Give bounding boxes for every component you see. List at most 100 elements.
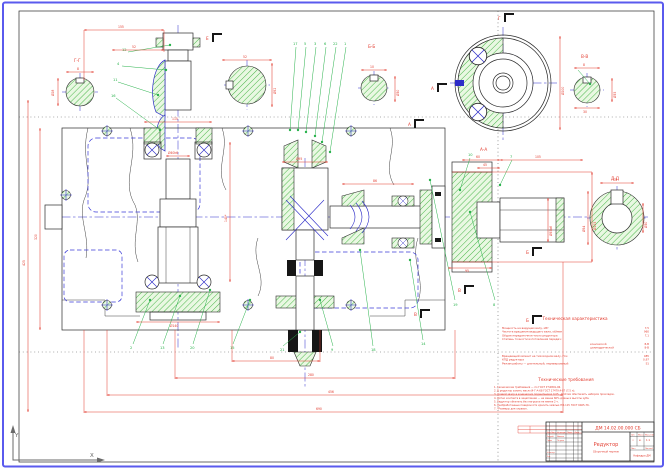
tb-org: Кафедра ДМ bbox=[633, 454, 650, 458]
mark-letter-a2: А bbox=[408, 122, 411, 127]
balloon-5: 5 bbox=[304, 42, 306, 46]
tb-name-1: Иванов bbox=[557, 436, 564, 438]
dim-86: 86 bbox=[373, 179, 377, 183]
section-label-gg: Г-Г bbox=[74, 58, 81, 63]
dim-d28: Ø28 bbox=[50, 90, 55, 96]
section-label-aa: А-А bbox=[480, 147, 487, 152]
tb-sheets-value: 1 bbox=[652, 448, 653, 450]
tb-head-list: Лист bbox=[551, 432, 556, 434]
tb-mass-label: Масса bbox=[638, 435, 644, 437]
tech-req-line: 1. Технические требования — по ГОСТ Р 50… bbox=[494, 385, 561, 389]
dim-140: 140* bbox=[224, 214, 228, 222]
drawing-sheet: Y X bbox=[0, 0, 666, 470]
tb-sheet-label: Лист bbox=[631, 448, 636, 450]
tb-head-podp: Подп. bbox=[567, 432, 573, 434]
tb-lit-label: Лит. bbox=[631, 435, 636, 437]
dim-60: 60 bbox=[476, 155, 480, 159]
dim-d54: Ø54 bbox=[581, 226, 586, 232]
dim-80: 80 bbox=[270, 356, 274, 360]
balloon-8: 8 bbox=[493, 303, 496, 307]
title-block: Разраб. Иванов Пров. Петров Н.контр. Утв… bbox=[518, 422, 654, 461]
balloon-19: 19 bbox=[453, 303, 458, 307]
dim-d55k6: Ø55k6 bbox=[548, 226, 553, 236]
technical-requirements: Технические требования 1. Технические тр… bbox=[494, 377, 615, 411]
balloon-1: 1 bbox=[344, 42, 346, 46]
tb-role-prov: Пров. bbox=[547, 440, 553, 442]
spec-row-label: Степень точности изготовления передач: bbox=[502, 337, 562, 341]
spec-row-mid: цилиндрической bbox=[590, 346, 614, 350]
balloon-16: 16 bbox=[111, 94, 116, 98]
spec-row-value: 7,1 bbox=[645, 333, 650, 337]
dim-d95: Ø95 bbox=[296, 156, 302, 161]
dim-30: 30 bbox=[583, 110, 587, 114]
dim-d125: Ø125 bbox=[592, 222, 597, 230]
tb-sheets-label: Листов bbox=[645, 448, 652, 450]
cad-drawing-canvas[interactable]: Y X bbox=[0, 0, 666, 470]
y-axis-label: Y bbox=[14, 433, 19, 439]
dim-52b: 52 bbox=[243, 55, 247, 59]
dim-d40k6: Ø40k6 bbox=[168, 150, 178, 155]
tb-role-razrab: Разраб. bbox=[547, 435, 554, 438]
balloon-13: 13 bbox=[160, 346, 165, 350]
ucs-axis-icon: Y X bbox=[11, 425, 106, 463]
mark-letter-g: Г bbox=[498, 16, 501, 21]
balloon-3: 3 bbox=[314, 42, 316, 46]
balloon-4: 4 bbox=[117, 62, 120, 66]
balloon-9: 9 bbox=[331, 348, 334, 352]
tb-role-utv: Утв. bbox=[547, 456, 551, 458]
dim-8b: 8 bbox=[583, 63, 585, 67]
tb-head-ndoc: № докум. bbox=[557, 431, 566, 434]
tb-part-name: Редуктор bbox=[594, 442, 619, 448]
mark-letter-b1: Б bbox=[526, 250, 529, 255]
dim-45: 45 bbox=[483, 163, 487, 167]
bevel-gear-shaft-assembly bbox=[276, 140, 334, 366]
section-label-bb: Б-Б bbox=[368, 44, 375, 49]
dim-425: 425 bbox=[22, 260, 26, 266]
dim-d30: Ø30 bbox=[395, 90, 400, 96]
dim-d200: Ø200 bbox=[560, 87, 565, 95]
dim-52a: 52 bbox=[132, 45, 136, 49]
balloon-14: 14 bbox=[421, 342, 426, 346]
spec-row-value: 8-В bbox=[644, 346, 649, 350]
tech-req-line: 2. В редуктор залить масло И-Г-А-68 ГОСТ… bbox=[494, 389, 575, 393]
section-view-gg-circle: Г-Г bbox=[66, 58, 94, 106]
spec-row-value: S1 bbox=[646, 361, 650, 365]
mark-letter-e: Е bbox=[206, 36, 209, 41]
tb-scale-label: Масштаб bbox=[645, 434, 654, 437]
dim-115: 115 bbox=[172, 117, 178, 121]
balloon-20: 20 bbox=[190, 346, 195, 350]
dim-95: 95 bbox=[465, 269, 469, 273]
dim-14: 14 bbox=[613, 178, 617, 182]
dim-105: 105 bbox=[535, 155, 541, 159]
tech-req-line: 6. Необработанные поверхности красить эм… bbox=[494, 403, 590, 407]
dim-690: 690 bbox=[316, 407, 322, 411]
tb-head-date: Дата bbox=[575, 432, 580, 434]
spec-row-label: Режим работы — длительный, нереверсивный bbox=[502, 361, 569, 365]
dim-280: 280 bbox=[308, 373, 314, 377]
horizontal-shaft-assembly bbox=[330, 186, 445, 248]
dim-320: 320 bbox=[34, 234, 38, 240]
tech-req-line: 7. *Размеры для справок. bbox=[494, 407, 528, 411]
tech-req-line: 5. Редуктор обкатать без нагрузки не мен… bbox=[494, 399, 559, 403]
balloon-22: 22 bbox=[333, 42, 338, 46]
mark-letter-v2: В bbox=[458, 288, 461, 293]
tech-req-line: 3. Осевой зазор в конических подшипниках… bbox=[494, 392, 615, 396]
tb-mass-value: 85 bbox=[639, 440, 641, 442]
tb-doc-type: Сборочный чертеж bbox=[593, 450, 620, 454]
mark-letter-a1: А bbox=[431, 86, 434, 91]
tb-name-2: Петров bbox=[557, 440, 564, 442]
tb-role-ncontr: Н.контр. bbox=[547, 452, 555, 454]
balloon-21: 21 bbox=[280, 348, 285, 352]
dim-10: 10 bbox=[370, 65, 374, 69]
balloon-6: 6 bbox=[324, 42, 327, 46]
tech-spec-title: Техническая характеристика bbox=[541, 316, 608, 321]
gear-top-view-circle bbox=[226, 66, 266, 104]
section-label-vv: В-В bbox=[581, 54, 588, 59]
dim-155: 155 bbox=[118, 25, 124, 29]
tb-scale-value: 1:1 bbox=[646, 438, 651, 442]
tb-doc-number: ДМ 14.02.00.000 СБ bbox=[595, 426, 640, 432]
mark-letter-b2: Б bbox=[526, 318, 529, 323]
dim-d140: Ø140 bbox=[170, 323, 178, 328]
dim-d35: Ø35 bbox=[612, 92, 617, 98]
balloon-2: 2 bbox=[130, 346, 132, 350]
